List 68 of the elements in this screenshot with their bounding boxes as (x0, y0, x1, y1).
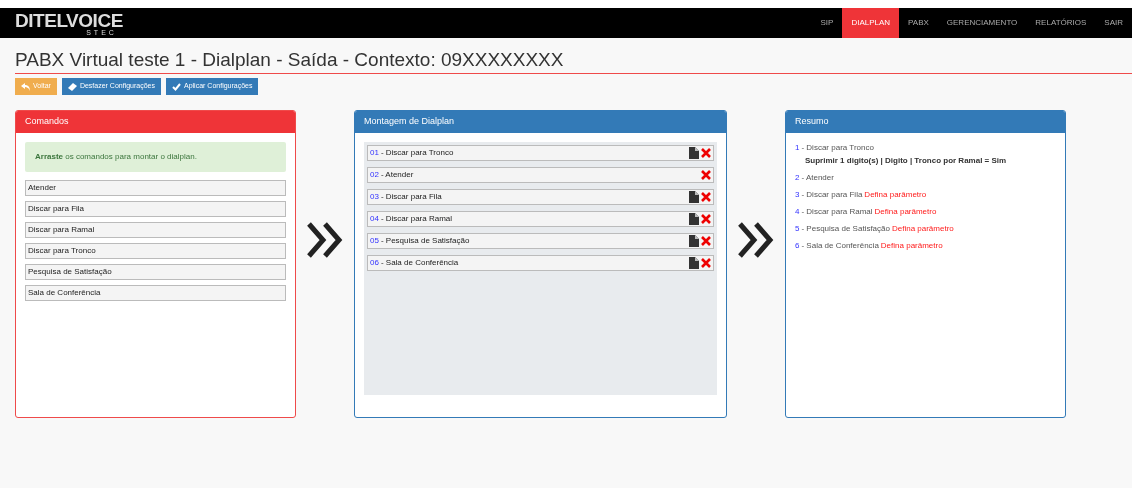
nav-link[interactable]: DIALPLAN (842, 8, 900, 38)
summary-number: 1 (795, 142, 800, 154)
warning-text: Defina parâmetro (891, 223, 954, 235)
dialplan-step[interactable]: 04 - Discar para Ramal (367, 211, 714, 227)
double-chevron-icon (305, 220, 345, 260)
summary-label: - Discar para Fila (801, 189, 863, 201)
step-number: 04 (370, 213, 379, 225)
summary-label: - Atender (801, 172, 834, 184)
summary-label: - Sala de Conferência (801, 240, 879, 252)
step-label: - Discar para Fila (380, 191, 442, 203)
nav-link[interactable]: SAIR (1095, 8, 1132, 38)
check-icon (172, 82, 181, 91)
step-number: 02 (370, 169, 379, 181)
warning-text: Defina parâmetro (874, 206, 937, 218)
delete-icon[interactable] (701, 192, 711, 202)
summary-number: 2 (795, 172, 800, 184)
step-number: 06 (370, 257, 379, 269)
file-icon[interactable] (689, 191, 699, 203)
file-icon[interactable] (689, 213, 699, 225)
reply-icon (21, 82, 30, 91)
file-icon[interactable] (689, 147, 699, 159)
delete-icon[interactable] (701, 148, 711, 158)
nav-link[interactable]: PABX (899, 8, 938, 38)
dialplan-step[interactable]: 06 - Sala de Conferência (367, 255, 714, 271)
summary-number: 6 (795, 240, 800, 252)
eraser-icon (67, 82, 77, 91)
summary-detail: Suprimir 1 digito(s) | Digito | Tronco por Ramal = Sim (805, 155, 1008, 167)
command-item[interactable]: Pesquisa de Satisfação (25, 264, 286, 280)
file-icon[interactable] (689, 257, 699, 269)
command-item[interactable]: Discar para Fila (25, 201, 286, 217)
dialplan-step[interactable]: 01 - Discar para Tronco (367, 145, 714, 161)
warning-text: Defina parâmetro (880, 240, 943, 252)
summary-number: 4 (795, 206, 800, 218)
step-label: - Sala de Conferência (380, 257, 459, 269)
dialplan-step[interactable]: 03 - Discar para Fila (367, 189, 714, 205)
nav-link[interactable]: RELATÓRIOS (1026, 8, 1096, 38)
step-number: 03 (370, 191, 379, 203)
panel-header: Montagem de Dialplan (355, 111, 726, 133)
warning-text: Defina parâmetro (864, 189, 927, 201)
nav-link[interactable]: GERENCIAMENTO (937, 8, 1027, 38)
summary-label: - Discar para Ramal (801, 206, 873, 218)
panel-header: Resumo (786, 111, 1065, 133)
summary-number: 3 (795, 189, 800, 201)
double-chevron-icon (736, 220, 776, 260)
command-item[interactable]: Sala de Conferência (25, 285, 286, 301)
delete-icon[interactable] (701, 258, 711, 268)
nav-link[interactable]: SIP (811, 8, 843, 38)
command-item[interactable]: Discar para Tronco (25, 243, 286, 259)
hint-text: Arraste os comandos para montar o dialplan. (35, 151, 197, 163)
command-item[interactable]: Discar para Ramal (25, 222, 286, 238)
summary-number: 5 (795, 223, 800, 235)
step-label: - Pesquisa de Satisfação (380, 235, 470, 247)
delete-icon[interactable] (701, 236, 711, 246)
step-number: 05 (370, 235, 379, 247)
dialplan-step[interactable]: 05 - Pesquisa de Satisfação (367, 233, 714, 249)
step-label: - Atender (380, 169, 414, 181)
step-number: 01 (370, 147, 379, 159)
dialplan-step[interactable]: 02 - Atender (367, 167, 714, 183)
delete-icon[interactable] (701, 214, 711, 224)
summary-label: - Pesquisa de Satisfação (801, 223, 890, 235)
command-item[interactable]: Atender (25, 180, 286, 196)
file-icon[interactable] (689, 235, 699, 247)
page-title: PABX Virtual teste 1 - Dialplan - Saída - Contexto: 09XXXXXXXX (15, 48, 565, 72)
panel-header: Comandos (16, 111, 295, 133)
delete-icon[interactable] (701, 170, 711, 180)
summary-label: - Discar para Tronco (801, 142, 874, 154)
step-label: - Discar para Tronco (380, 147, 454, 159)
step-label: - Discar para Ramal (380, 213, 453, 225)
